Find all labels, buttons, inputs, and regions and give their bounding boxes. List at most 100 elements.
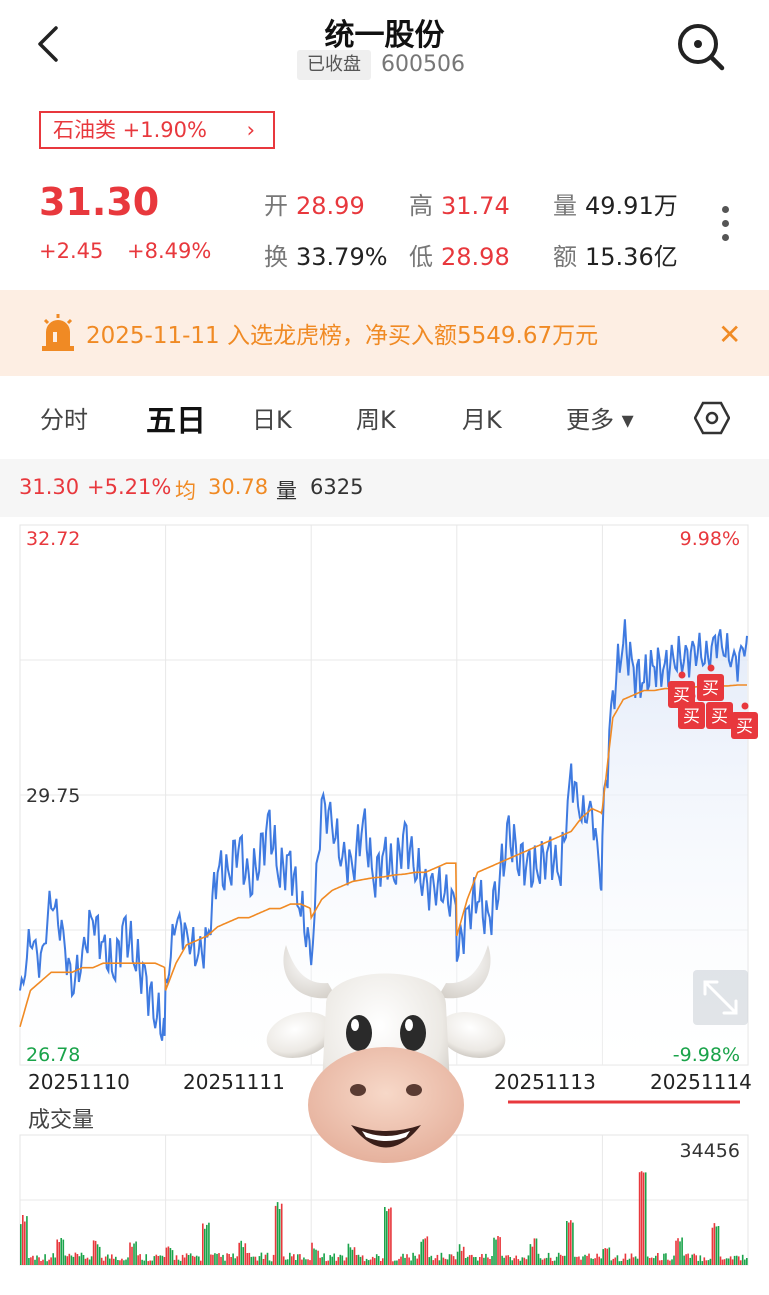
volume-bar bbox=[177, 1259, 180, 1265]
volume-bar bbox=[717, 1226, 720, 1265]
volume-bar bbox=[260, 1252, 263, 1265]
tab-five-day[interactable]: 五日 bbox=[146, 396, 206, 440]
volume-bar bbox=[626, 1259, 629, 1265]
tab-intraday[interactable]: 分时 bbox=[40, 400, 88, 435]
sector-label: 石油类 +1.90% bbox=[53, 118, 207, 142]
volume-bar bbox=[303, 1257, 305, 1265]
volume-bar bbox=[539, 1258, 542, 1265]
volume-bar bbox=[614, 1257, 617, 1265]
info-vol-label: 量 bbox=[276, 479, 297, 503]
volume-bar bbox=[438, 1260, 441, 1265]
volume-bar bbox=[305, 1259, 307, 1265]
volume-bar bbox=[353, 1247, 356, 1265]
volume-max-label: 34456 bbox=[680, 1140, 740, 1162]
volume-bar bbox=[489, 1259, 491, 1265]
volume-bar bbox=[361, 1255, 364, 1265]
volume-bar bbox=[402, 1253, 404, 1265]
volume-bar bbox=[592, 1258, 594, 1265]
volume-bar bbox=[58, 1242, 61, 1265]
volume-bar bbox=[739, 1260, 742, 1265]
volume-bar bbox=[602, 1249, 605, 1265]
settings-button[interactable] bbox=[693, 400, 731, 436]
volume-bar bbox=[547, 1252, 550, 1265]
volume-bar bbox=[276, 1202, 279, 1265]
volume-bar bbox=[28, 1258, 30, 1265]
volume-bar bbox=[499, 1237, 501, 1265]
volume-bar bbox=[337, 1257, 340, 1265]
tab-more[interactable]: 更多 ▾ bbox=[566, 400, 634, 435]
volume-bar bbox=[557, 1252, 560, 1265]
volume-bar bbox=[151, 1260, 154, 1265]
expand-icon bbox=[703, 980, 738, 1015]
volume-bar bbox=[442, 1257, 445, 1265]
more-options-icon[interactable] bbox=[712, 206, 738, 250]
volume-bar bbox=[185, 1253, 188, 1265]
volume-bar bbox=[452, 1256, 455, 1265]
volume-bar bbox=[280, 1203, 283, 1265]
volume-bar bbox=[594, 1258, 596, 1265]
volume-bar bbox=[367, 1260, 370, 1265]
current-price: 31.30 bbox=[39, 180, 160, 224]
volume-bar bbox=[513, 1258, 516, 1265]
volume-bar bbox=[430, 1255, 433, 1265]
volume-bar bbox=[307, 1259, 309, 1265]
date-label: 20251113 bbox=[494, 1070, 596, 1094]
volume-bar bbox=[193, 1256, 196, 1265]
volume-bar bbox=[675, 1240, 677, 1265]
volume-bar bbox=[596, 1253, 598, 1265]
volume-bar bbox=[181, 1254, 184, 1265]
volume-bar bbox=[521, 1257, 524, 1265]
y-label-bottom: 26.78 bbox=[26, 1044, 80, 1066]
volume-bar bbox=[297, 1254, 299, 1265]
volume-bar bbox=[616, 1255, 619, 1265]
y-label-top: 32.72 bbox=[26, 528, 80, 550]
volume-bar bbox=[434, 1258, 437, 1265]
volume-bar bbox=[549, 1257, 552, 1265]
sector-tag[interactable]: 石油类 +1.90% › bbox=[39, 111, 275, 149]
volume-bar bbox=[667, 1259, 669, 1265]
volume-bar bbox=[278, 1209, 281, 1265]
tab-weekly-k[interactable]: 周K bbox=[356, 400, 396, 435]
volume-bar bbox=[94, 1240, 97, 1265]
volume-bar bbox=[636, 1258, 639, 1265]
volume-bar bbox=[38, 1257, 40, 1265]
volume-bar bbox=[416, 1258, 419, 1265]
close-icon[interactable]: ✕ bbox=[718, 318, 741, 351]
volume-bar bbox=[119, 1260, 121, 1265]
pct-label-top: 9.98% bbox=[680, 528, 740, 550]
volume-bar bbox=[272, 1254, 275, 1265]
stat-low: 低 28.98 bbox=[409, 243, 510, 271]
page-title: 统一股份 bbox=[324, 18, 445, 53]
volume-bar bbox=[568, 1222, 570, 1265]
volume-bar bbox=[331, 1256, 334, 1265]
volume-bar bbox=[683, 1255, 685, 1265]
volume-bar bbox=[351, 1249, 354, 1265]
info-avg-label: 均 bbox=[175, 479, 196, 503]
volume-bar bbox=[681, 1237, 683, 1265]
volume-bar bbox=[319, 1257, 321, 1265]
volume-bar bbox=[697, 1260, 700, 1265]
volume-bar bbox=[598, 1256, 601, 1265]
fullscreen-button[interactable] bbox=[693, 970, 748, 1025]
volume-bar bbox=[511, 1260, 514, 1265]
volume-bar bbox=[677, 1238, 679, 1265]
volume-bar bbox=[574, 1256, 576, 1265]
volume-bar bbox=[727, 1258, 730, 1265]
search-button[interactable] bbox=[672, 18, 728, 74]
volume-bar bbox=[284, 1259, 287, 1265]
volume-bar bbox=[230, 1257, 232, 1265]
volume-bar bbox=[606, 1248, 609, 1265]
volume-bar bbox=[301, 1259, 303, 1265]
volume-bar bbox=[653, 1258, 655, 1265]
volume-bar bbox=[608, 1247, 611, 1265]
volume-bar bbox=[226, 1253, 228, 1265]
tab-monthly-k[interactable]: 月K bbox=[462, 400, 502, 435]
volume-bar bbox=[432, 1260, 435, 1265]
volume-bar bbox=[744, 1259, 746, 1265]
volume-bar bbox=[477, 1260, 479, 1265]
volume-bar bbox=[311, 1242, 313, 1265]
volume-bar bbox=[735, 1255, 738, 1265]
volume-bar bbox=[323, 1253, 325, 1265]
tab-daily-k[interactable]: 日K bbox=[252, 400, 292, 435]
volume-bar bbox=[220, 1256, 222, 1265]
